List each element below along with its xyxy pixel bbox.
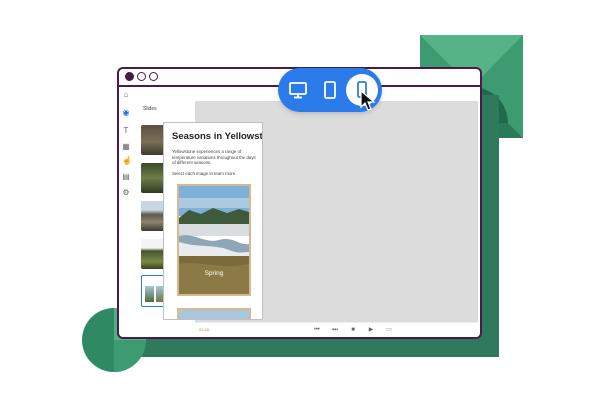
spring-landscape-graphic (179, 186, 249, 294)
spring-image[interactable]: Spring (177, 184, 251, 296)
step-forward-icon[interactable]: ⏭ (331, 326, 339, 334)
interactions-icon[interactable]: ☝ (122, 157, 132, 165)
rewind-icon[interactable]: ⏮ (313, 326, 321, 334)
play-icon[interactable]: ▶ (367, 326, 375, 334)
next-season-image[interactable] (177, 308, 251, 319)
window-close-dot[interactable] (125, 72, 134, 81)
text-icon[interactable]: T (122, 127, 130, 135)
tablet-icon (324, 81, 336, 99)
desktop-icon (289, 82, 307, 99)
components-icon[interactable]: ▤ (122, 173, 130, 181)
stop-icon[interactable]: ■ (349, 326, 357, 334)
phone-slide-preview: Seasons in Yellowstone Yellowstone exper… (163, 122, 263, 320)
preview-icon[interactable]: ▭ (385, 326, 393, 334)
desktop-view-button[interactable] (282, 74, 314, 106)
slide-body-text: Yellowstone experiences a range of tempe… (172, 149, 256, 166)
slide-title: Seasons in Yellowstone (172, 131, 263, 142)
slides-panel-label: Slides (143, 106, 157, 112)
icon-rail: ⌂ ◉ T ▦ ☝ ▤ ⚙ (119, 87, 133, 337)
slide-hint-text: Select each image to learn more. (172, 171, 237, 176)
slides-icon[interactable]: ◉ (122, 109, 130, 117)
window-minimize-dot[interactable] (137, 72, 146, 81)
playback-bar: 01:18 ⏮ ⏭ ■ ▶ ▭ (195, 322, 478, 337)
window-maximize-dot[interactable] (149, 72, 158, 81)
playback-time: 01:18 (199, 327, 210, 332)
media-icon[interactable]: ▦ (122, 143, 130, 151)
tablet-view-button[interactable] (314, 74, 346, 106)
spring-image-label: Spring (204, 270, 224, 277)
home-icon[interactable]: ⌂ (122, 91, 130, 99)
settings-icon[interactable]: ⚙ (122, 189, 130, 197)
mouse-pointer-icon (360, 90, 376, 111)
